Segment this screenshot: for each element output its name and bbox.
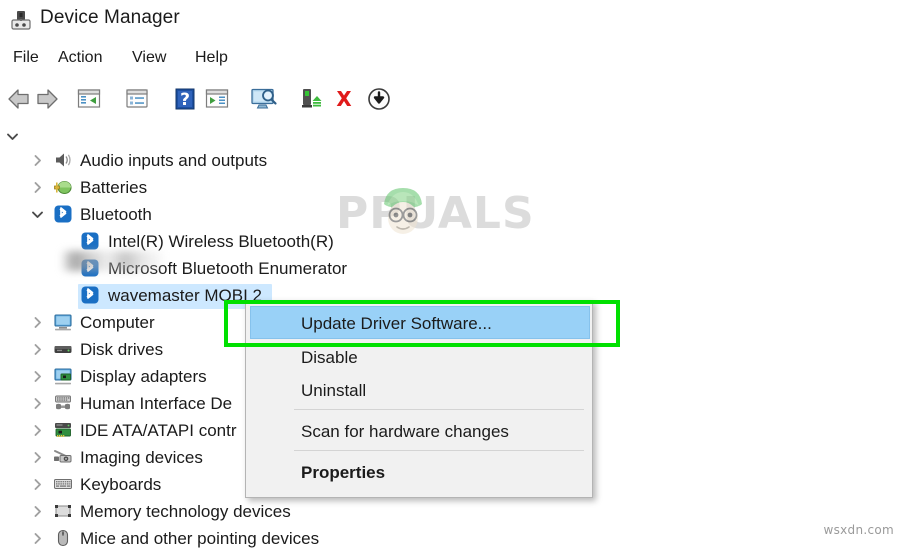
context-menu-item-uninstall[interactable]: Uninstall bbox=[251, 374, 589, 407]
properties-icon[interactable] bbox=[124, 86, 150, 117]
chevron-right-icon[interactable] bbox=[31, 316, 44, 329]
context-menu-item-properties[interactable]: Properties bbox=[251, 456, 589, 489]
disk-drive-icon bbox=[53, 339, 73, 359]
chevron-right-icon[interactable] bbox=[31, 370, 44, 383]
context-menu-separator bbox=[294, 409, 584, 410]
tree-label-computer: Computer bbox=[80, 313, 155, 332]
menu-file[interactable]: File bbox=[8, 47, 44, 69]
tree-label-imaging: Imaging devices bbox=[80, 448, 203, 467]
menu-bar: File Action View Help bbox=[0, 44, 902, 74]
context-menu-separator bbox=[294, 450, 584, 451]
menu-view[interactable]: View bbox=[127, 47, 171, 69]
chevron-right-icon[interactable] bbox=[31, 451, 44, 464]
battery-icon bbox=[53, 177, 73, 197]
keyboard-icon bbox=[53, 474, 73, 494]
speaker-icon bbox=[53, 150, 73, 170]
svg-text:?: ? bbox=[180, 90, 190, 110]
title-bar: Device Manager bbox=[0, 0, 902, 42]
chevron-right-icon[interactable] bbox=[31, 154, 44, 167]
context-menu-item-update-driver[interactable]: Update Driver Software... bbox=[250, 306, 590, 339]
redacted-root-name bbox=[62, 251, 164, 271]
tree-row-memory-tech[interactable]: Memory technology devices bbox=[0, 499, 902, 528]
disable-device-icon[interactable] bbox=[366, 86, 392, 117]
page-title: Device Manager bbox=[40, 7, 180, 28]
tree-row-bluetooth[interactable]: Bluetooth bbox=[0, 202, 902, 231]
context-menu-item-disable[interactable]: Disable bbox=[251, 341, 589, 374]
tree-row-batteries[interactable]: Batteries bbox=[0, 175, 902, 204]
chevron-right-icon[interactable] bbox=[31, 424, 44, 437]
site-watermark: wsxdn.com bbox=[823, 523, 894, 537]
chevron-right-icon[interactable] bbox=[31, 397, 44, 410]
tree-label-ide: IDE ATA/ATAPI contr bbox=[80, 421, 237, 440]
uninstall-device-icon[interactable] bbox=[332, 86, 356, 117]
context-menu[interactable]: Update Driver Software... Disable Uninst… bbox=[245, 300, 593, 498]
chevron-right-icon[interactable] bbox=[31, 505, 44, 518]
tree-label-hid: Human Interface De bbox=[80, 394, 233, 413]
ide-controller-icon bbox=[53, 420, 73, 440]
bluetooth-icon bbox=[53, 204, 73, 224]
tree-label-wavemaster: wavemaster MOBI 2 bbox=[108, 286, 262, 305]
computer-icon bbox=[53, 312, 73, 332]
display-adapter-icon bbox=[53, 366, 73, 386]
chevron-right-icon[interactable] bbox=[31, 181, 44, 194]
chevron-down-icon[interactable] bbox=[6, 130, 19, 143]
tree-label-intel-bt: Intel(R) Wireless Bluetooth(R) bbox=[108, 232, 334, 251]
bluetooth-icon bbox=[80, 231, 100, 251]
tree-label-bluetooth: Bluetooth bbox=[80, 205, 152, 224]
tree-label-batteries: Batteries bbox=[80, 178, 148, 197]
forward-arrow-icon[interactable] bbox=[34, 86, 60, 117]
tree-label-display-adapters: Display adapters bbox=[80, 367, 207, 386]
tree-row-audio[interactable]: Audio inputs and outputs bbox=[0, 148, 902, 177]
memory-tech-icon bbox=[53, 501, 73, 521]
chevron-down-icon[interactable] bbox=[31, 208, 44, 221]
context-menu-item-scan-hardware[interactable]: Scan for hardware changes bbox=[251, 415, 589, 448]
tree-label-keyboards: Keyboards bbox=[80, 475, 162, 494]
imaging-device-icon bbox=[53, 447, 73, 467]
show-hide-console-tree-icon[interactable] bbox=[76, 86, 102, 117]
mouse-icon bbox=[53, 528, 73, 548]
tree-label-memory-tech: Memory technology devices bbox=[80, 502, 291, 521]
scan-monitor-icon[interactable] bbox=[250, 86, 278, 117]
chevron-right-icon[interactable] bbox=[31, 478, 44, 491]
toolbar: ? bbox=[0, 76, 902, 200]
tree-label-disk-drives: Disk drives bbox=[80, 340, 164, 359]
help-icon[interactable]: ? bbox=[173, 86, 197, 117]
chevron-right-icon[interactable] bbox=[31, 532, 44, 545]
tree-label-mice: Mice and other pointing devices bbox=[80, 529, 320, 548]
chevron-right-icon[interactable] bbox=[31, 343, 44, 356]
update-driver-icon[interactable] bbox=[204, 86, 230, 117]
hid-icon bbox=[53, 393, 73, 413]
tree-label-audio: Audio inputs and outputs bbox=[80, 151, 268, 170]
menu-action[interactable]: Action bbox=[53, 47, 107, 69]
back-arrow-icon[interactable] bbox=[6, 86, 32, 117]
bluetooth-icon bbox=[80, 285, 100, 305]
menu-help[interactable]: Help bbox=[190, 47, 233, 69]
device-manager-icon bbox=[9, 8, 33, 32]
enable-device-icon[interactable] bbox=[298, 86, 324, 117]
